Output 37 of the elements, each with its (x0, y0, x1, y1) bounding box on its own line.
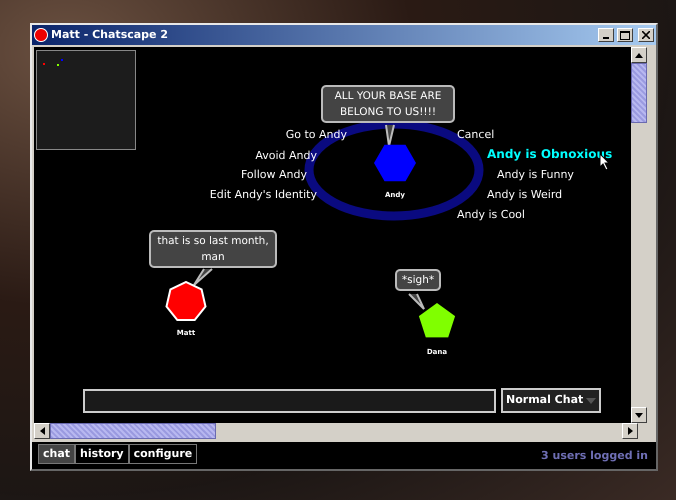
left-arrow-icon[interactable] (40, 427, 44, 435)
menu-item[interactable]: Cancel (457, 128, 494, 141)
minimize-button[interactable] (598, 28, 614, 42)
speech-bubble: *sigh* (395, 269, 441, 291)
app-icon (34, 28, 48, 42)
tab[interactable]: history (75, 444, 129, 464)
minimap[interactable] (36, 50, 136, 150)
chat-input-field[interactable] (83, 389, 496, 413)
menu-item[interactable]: Edit Andy's Identity (210, 188, 317, 201)
menu-item[interactable]: Andy is Funny (497, 168, 574, 181)
chat-mode-dropdown[interactable]: Normal Chat (501, 388, 601, 413)
scroll-thumb[interactable] (50, 423, 216, 439)
menu-item[interactable]: Andy is Obnoxious (487, 148, 612, 161)
menu-item[interactable]: Andy is Weird (487, 188, 562, 201)
heptagon-avatar[interactable] (165, 280, 207, 321)
down-arrow-icon[interactable] (635, 412, 643, 418)
tab[interactable]: chat (38, 444, 76, 464)
speech-bubble: ALL YOUR BASE ARE BELONG TO US!!!! (321, 85, 455, 123)
scroll-thumb[interactable] (631, 63, 647, 123)
window-title: Matt - Chatscape 2 (51, 26, 170, 43)
pentagon-avatar[interactable] (418, 303, 456, 338)
right-arrow-icon[interactable] (628, 427, 632, 435)
close-button[interactable] (638, 28, 654, 42)
vertical-scrollbar[interactable] (631, 47, 647, 423)
menu-item[interactable]: Follow Andy (241, 168, 307, 181)
speech-tail (193, 268, 213, 286)
status-text: 3 users logged in (541, 448, 648, 464)
close-icon (642, 31, 650, 39)
menu-item[interactable]: Avoid Andy (255, 149, 317, 162)
tab[interactable]: configure (128, 444, 198, 464)
maximize-icon (620, 30, 630, 40)
speech-tail (385, 124, 395, 147)
menu-item[interactable]: Go to Andy (286, 128, 347, 141)
maximize-button[interactable] (617, 28, 633, 42)
speech-tail (408, 293, 425, 310)
up-arrow-icon[interactable] (635, 52, 643, 58)
menu-item[interactable]: Andy is Cool (457, 208, 525, 221)
